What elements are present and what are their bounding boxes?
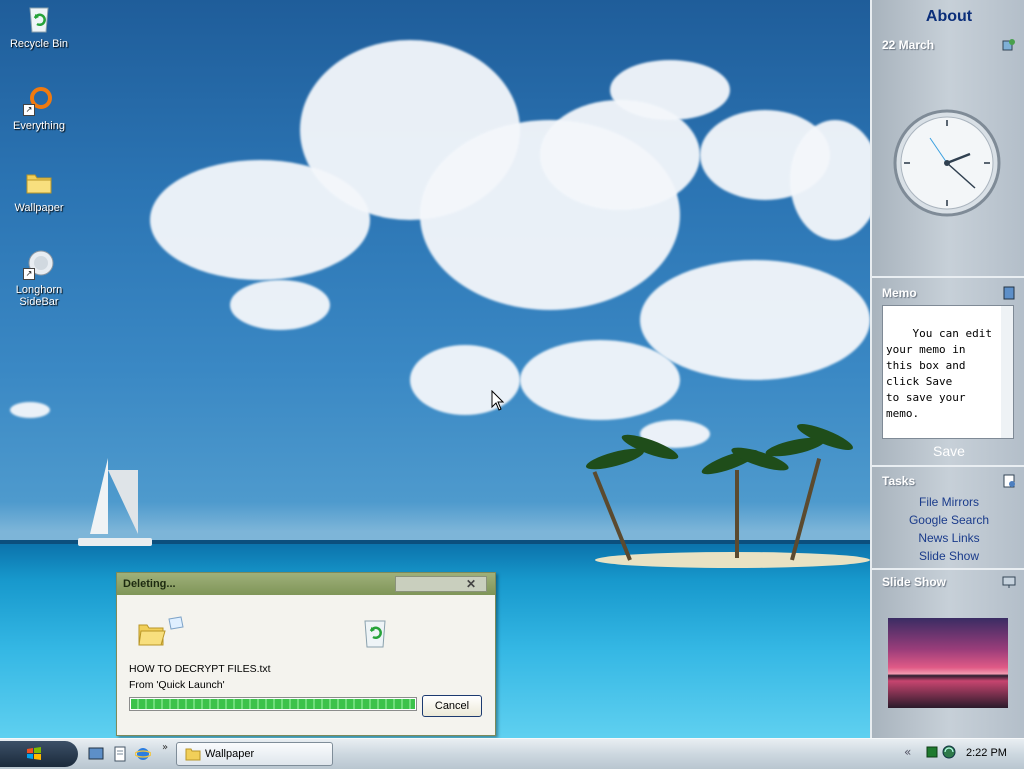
- island: [595, 552, 870, 568]
- task-link-google-search[interactable]: Google Search: [872, 513, 1024, 527]
- cloud: [790, 120, 870, 240]
- task-link-news-links[interactable]: News Links: [872, 531, 1024, 545]
- delete-progress-fill: [131, 699, 415, 709]
- taskbar: » Wallpaper « 2:22 PM: [0, 738, 1024, 769]
- clock-settings-icon[interactable]: [1002, 38, 1016, 52]
- quick-launch-internet-explorer-icon[interactable]: [135, 746, 151, 762]
- taskbar-window-button-wallpaper[interactable]: Wallpaper: [176, 742, 333, 766]
- memo-panel-title: Memo: [882, 286, 917, 300]
- mouse-cursor-icon: [491, 390, 505, 411]
- analog-clock-icon: [893, 109, 1001, 217]
- source-folder-icon: [138, 616, 184, 646]
- desktop-icon-label: Everything: [13, 120, 65, 132]
- desktop-icon-everything[interactable]: ↗ Everything: [1, 84, 77, 132]
- dialog-title-bar[interactable]: Deleting... ✕: [117, 573, 495, 595]
- longhorn-sidebar-icon: ↗: [23, 248, 55, 280]
- desktop-icon-label: Longhorn SideBar: [15, 284, 63, 308]
- cloud: [520, 340, 680, 420]
- deleting-source: From 'Quick Launch': [129, 679, 225, 691]
- delete-progress-bar: [129, 697, 417, 711]
- task-link-file-mirrors[interactable]: File Mirrors: [872, 495, 1024, 509]
- longhorn-sidebar: About 22 March Memo You can edit your me…: [870, 0, 1024, 738]
- task-link-slide-show[interactable]: Slide Show: [872, 549, 1024, 563]
- cloud: [10, 402, 50, 418]
- sail: [90, 458, 108, 534]
- memo-textarea[interactable]: You can edit your memo in this box and c…: [882, 305, 1014, 439]
- memo-text: You can edit your memo in this box and c…: [886, 327, 992, 420]
- tasks-panel-title: Tasks: [882, 474, 916, 488]
- tray-collapse-icon[interactable]: «: [904, 745, 911, 759]
- desktop-icon-label: Wallpaper: [14, 202, 64, 214]
- memo-scrollbar[interactable]: [1001, 306, 1013, 438]
- sidebar-date: 22 March: [882, 38, 935, 52]
- tasks-icon[interactable]: [1002, 474, 1016, 488]
- desktop-icon-wallpaper[interactable]: Wallpaper: [1, 166, 77, 214]
- slideshow-image[interactable]: [888, 618, 1008, 708]
- boat-hull: [78, 538, 152, 546]
- folder-icon: [23, 166, 55, 198]
- quick-launch-show-desktop-icon[interactable]: [88, 746, 104, 762]
- close-icon: ✕: [465, 577, 476, 591]
- tray-network-icon[interactable]: [942, 745, 956, 759]
- tray-app-icon[interactable]: [926, 746, 938, 758]
- deleting-file-name: HOW TO DECRYPT FILES.txt: [129, 663, 271, 675]
- cloud: [230, 280, 330, 330]
- memo-icon[interactable]: [1002, 286, 1016, 300]
- taskbar-clock[interactable]: 2:22 PM: [966, 747, 1007, 759]
- deleting-dialog: Deleting... ✕ HOW TO DECRYPT FILES.txt F…: [116, 572, 496, 736]
- cloud: [610, 60, 730, 120]
- desktop-icon-longhorn-sidebar[interactable]: ↗ Longhorn SideBar: [1, 248, 77, 308]
- folder-icon: [185, 748, 201, 761]
- quick-launch-more-icon[interactable]: »: [162, 742, 168, 753]
- start-button[interactable]: [0, 741, 78, 767]
- recycle-bin-icon: [364, 620, 386, 648]
- windows-orb-icon: [27, 747, 41, 760]
- desktop-icon-label: Recycle Bin: [9, 38, 69, 50]
- dialog-close-button[interactable]: ✕: [395, 576, 487, 592]
- dialog-title: Deleting...: [123, 578, 176, 590]
- panel-divider: [872, 568, 1024, 570]
- desktop-icon-recycle-bin[interactable]: Recycle Bin: [1, 2, 77, 50]
- everything-icon: ↗: [23, 84, 55, 116]
- quick-launch-notepad-icon[interactable]: [112, 746, 128, 762]
- memo-save-button[interactable]: Save: [872, 443, 1024, 459]
- slideshow-icon[interactable]: [1002, 575, 1016, 589]
- panel-divider: [872, 276, 1024, 278]
- recycle-bin-icon: [23, 2, 55, 34]
- shortcut-arrow-icon: ↗: [23, 268, 35, 280]
- panel-divider: [872, 465, 1024, 467]
- taskbar-window-label: Wallpaper: [205, 748, 255, 760]
- cloud: [640, 260, 870, 380]
- sail: [108, 470, 138, 534]
- sidebar-about-link[interactable]: About: [872, 8, 1024, 26]
- palm-trunk: [735, 470, 739, 558]
- cancel-button[interactable]: Cancel: [422, 695, 482, 717]
- shortcut-arrow-icon: ↗: [23, 104, 35, 116]
- slideshow-panel-title: Slide Show: [882, 575, 947, 589]
